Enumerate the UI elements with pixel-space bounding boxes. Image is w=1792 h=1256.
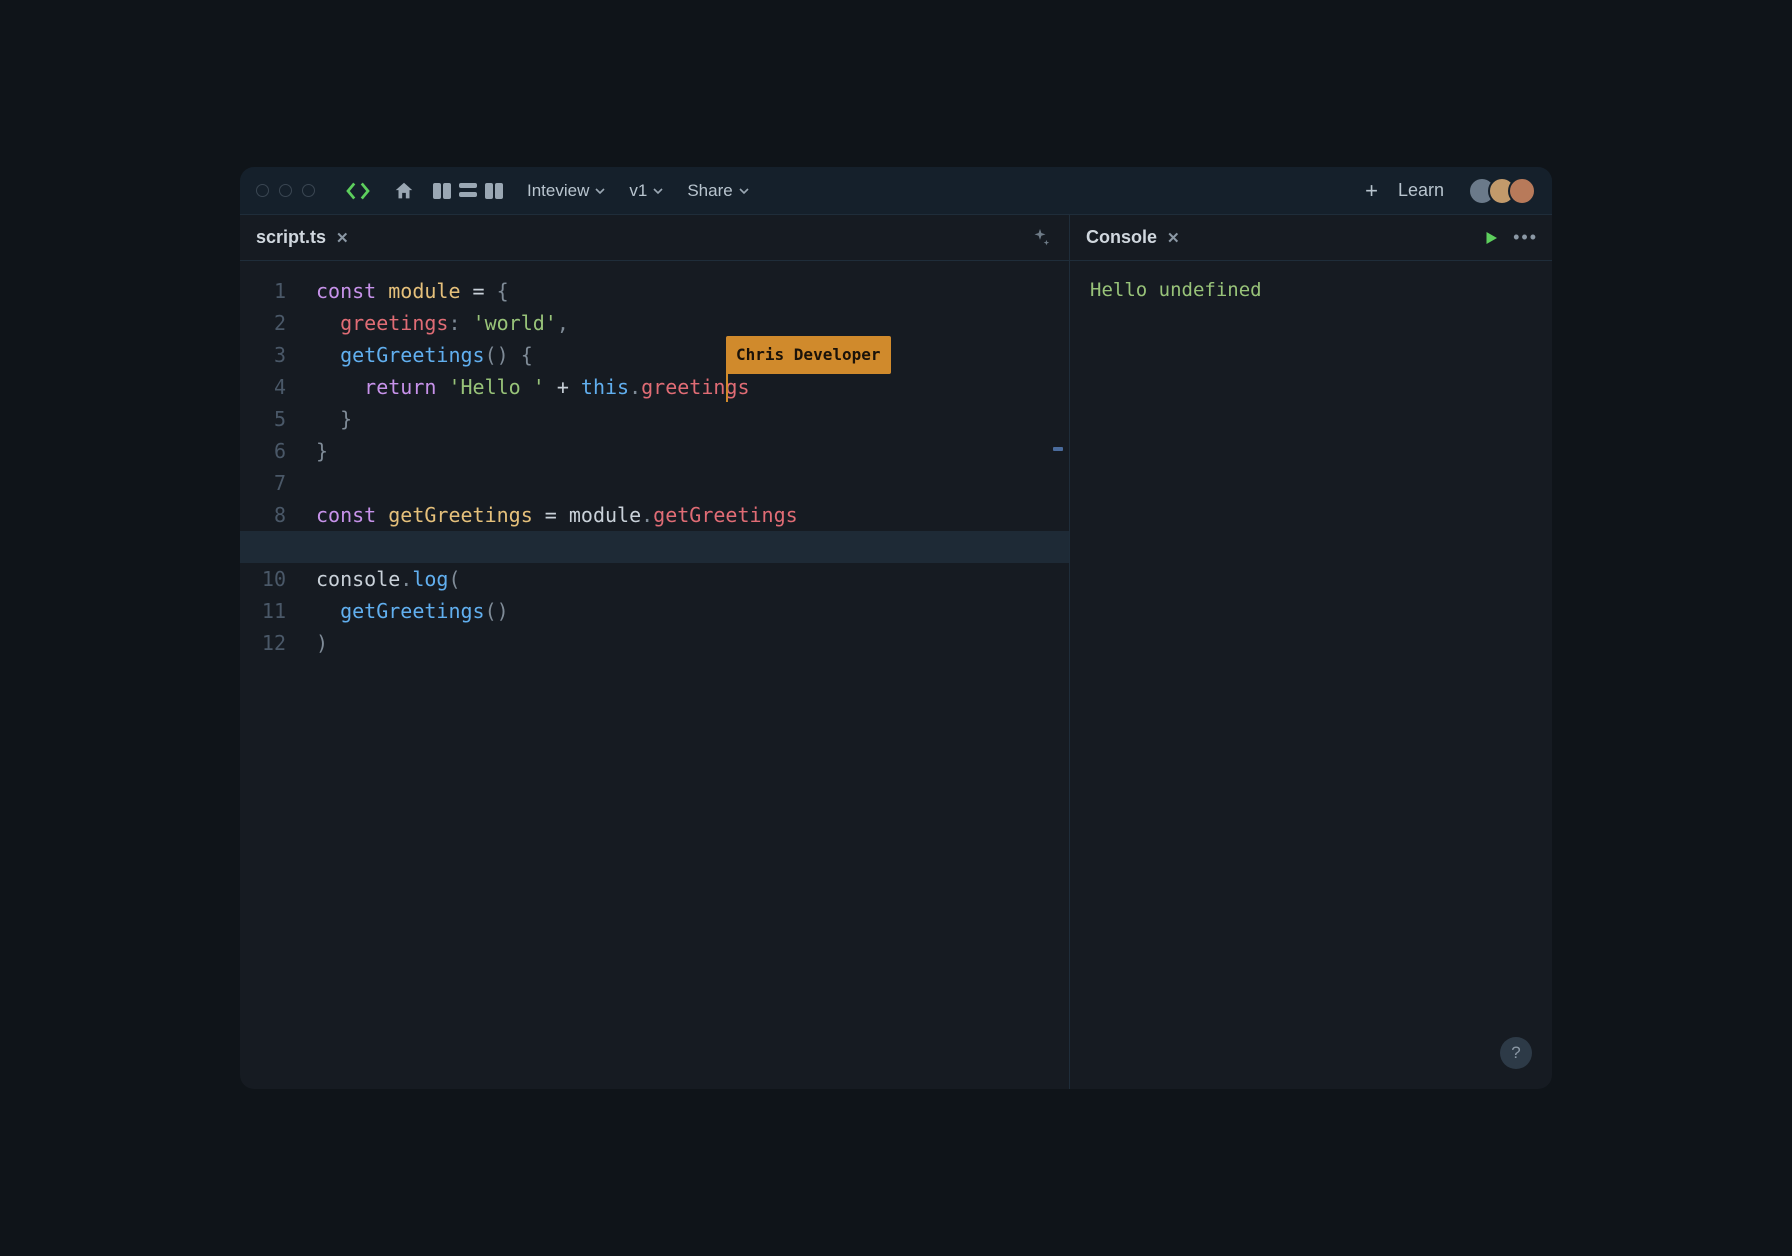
- console-tab-bar: Console ✕ •••: [1070, 215, 1552, 261]
- share-dropdown[interactable]: Share: [681, 177, 754, 205]
- learn-link[interactable]: Learn: [1398, 180, 1444, 201]
- minimap-marker: [1053, 447, 1063, 451]
- collaborator-cursor-badge: Chris Developer: [726, 336, 891, 374]
- code-editor[interactable]: 123456789101112 const module = { greetin…: [240, 261, 1069, 1089]
- console-output: Hello undefined: [1070, 261, 1552, 1089]
- tab-console[interactable]: Console ✕: [1086, 227, 1180, 248]
- project-name: Inteview: [527, 181, 589, 201]
- version-label: v1: [629, 181, 647, 201]
- collaborator-avatars: [1468, 177, 1536, 205]
- minimize-window[interactable]: [279, 184, 292, 197]
- line-gutter: 123456789101112: [240, 275, 304, 1089]
- run-icon[interactable]: [1482, 229, 1500, 247]
- layout-split-icon[interactable]: [485, 183, 503, 199]
- share-label: Share: [687, 181, 732, 201]
- close-icon[interactable]: ✕: [1167, 229, 1180, 247]
- layout-two-col-icon[interactable]: [433, 183, 451, 199]
- app-window: Inteview v1 Share + Learn script.ts ✕: [240, 167, 1552, 1089]
- chevron-down-icon: [739, 186, 749, 196]
- code-content: const module = { greetings: 'world', get…: [304, 275, 1069, 1089]
- maximize-window[interactable]: [302, 184, 315, 197]
- close-window[interactable]: [256, 184, 269, 197]
- add-button[interactable]: +: [1357, 178, 1386, 204]
- avatar[interactable]: [1508, 177, 1536, 205]
- chevron-down-icon: [653, 186, 663, 196]
- layout-rows-icon[interactable]: [459, 183, 477, 199]
- titlebar: Inteview v1 Share + Learn: [240, 167, 1552, 215]
- editor-tab-bar: script.ts ✕: [240, 215, 1069, 261]
- ai-sparkle-icon[interactable]: [1029, 227, 1051, 249]
- more-icon[interactable]: •••: [1513, 227, 1538, 248]
- console-title: Console: [1086, 227, 1157, 248]
- home-icon[interactable]: [393, 180, 415, 202]
- layout-switcher: [433, 183, 503, 199]
- tab-title: script.ts: [256, 227, 326, 248]
- project-dropdown[interactable]: Inteview: [521, 177, 611, 205]
- content-area: script.ts ✕ 123456789101112 const module…: [240, 215, 1552, 1089]
- editor-pane: script.ts ✕ 123456789101112 const module…: [240, 215, 1070, 1089]
- window-controls: [256, 184, 315, 197]
- chevron-down-icon: [595, 186, 605, 196]
- console-pane: Console ✕ ••• Hello undefined: [1070, 215, 1552, 1089]
- tab-script[interactable]: script.ts ✕: [256, 227, 349, 248]
- help-button[interactable]: ?: [1500, 1037, 1532, 1069]
- version-dropdown[interactable]: v1: [623, 177, 669, 205]
- app-logo-icon[interactable]: [343, 176, 373, 206]
- collaborator-cursor: [726, 372, 728, 402]
- close-icon[interactable]: ✕: [336, 229, 349, 247]
